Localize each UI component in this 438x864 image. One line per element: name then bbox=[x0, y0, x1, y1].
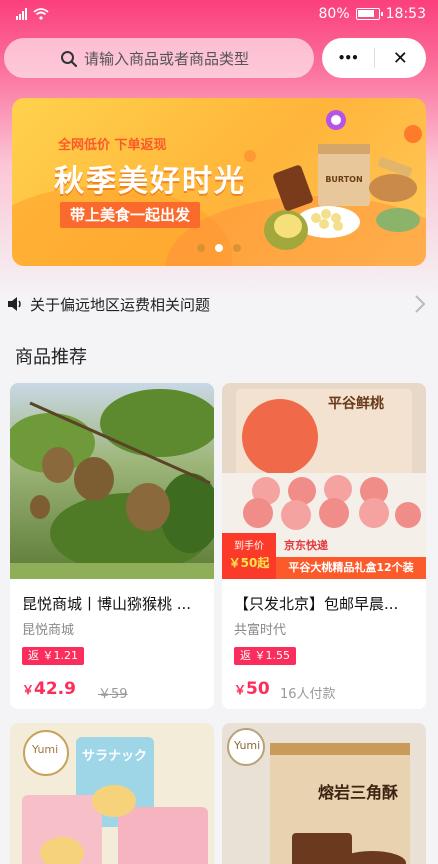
svg-text:BURTON: BURTON bbox=[325, 175, 362, 184]
pack-label: 熔岩三角酥 bbox=[318, 783, 399, 802]
product-name: 【只发北京】包邮早晨... bbox=[234, 595, 399, 613]
price-value: 42.9 bbox=[34, 679, 76, 699]
kiwi-photo bbox=[10, 389, 214, 579]
section-title: 商品推荐 bbox=[15, 347, 87, 368]
promo-price-tag: 到手价 ￥50起 bbox=[222, 533, 276, 579]
shop-name: 共富时代 bbox=[234, 623, 287, 638]
product-image: 平谷鲜桃 到手价 ￥50起 京东快递 平谷大桃精品礼盒12个装 bbox=[222, 383, 426, 579]
chevron-right-icon bbox=[415, 295, 426, 313]
search-row: 请输入商品或者商品类型 ••• ✕ bbox=[0, 38, 438, 80]
currency-symbol: ￥ bbox=[22, 683, 35, 697]
product-card[interactable]: 昆悦商城丨博山猕猴桃 ... 昆悦商城 返 ￥1.21 ￥42.9 ￥59 bbox=[10, 383, 214, 709]
courier-label: 京东快递 bbox=[284, 539, 328, 552]
carousel-dot[interactable] bbox=[197, 244, 205, 252]
carousel-dots bbox=[12, 244, 426, 252]
carousel-dot[interactable] bbox=[233, 244, 241, 252]
speaker-icon bbox=[8, 297, 21, 311]
signal-indicators bbox=[16, 8, 49, 20]
more-button[interactable]: ••• bbox=[322, 38, 374, 78]
product-card[interactable]: 平谷鲜桃 到手价 ￥50起 京东快递 平谷大桃精品礼盒12个装 【只发北京】包邮… bbox=[222, 383, 426, 709]
clock: 18:53 bbox=[385, 6, 426, 22]
product-image: Yumi 熔岩三角酥 bbox=[222, 723, 426, 864]
product-image: Yumi サラナック bbox=[10, 723, 214, 864]
pack-label: サラナック bbox=[82, 749, 148, 764]
brand-logo: Yumi bbox=[32, 743, 59, 756]
food-illustration: BURTON bbox=[244, 110, 422, 250]
brand-logo: Yumi bbox=[234, 739, 261, 752]
banner-subtitle: 带上美食一起出发 bbox=[60, 202, 201, 228]
price: ￥42.9 bbox=[22, 679, 76, 699]
notice-text: 关于偏远地区运费相关问题 bbox=[30, 296, 211, 314]
signal-icon bbox=[16, 8, 27, 20]
paid-count: 16人付款 bbox=[280, 687, 336, 702]
product-name: 昆悦商城丨博山猕猴桃 ... bbox=[22, 595, 192, 613]
product-image bbox=[10, 383, 214, 579]
battery-icon bbox=[355, 8, 383, 20]
search-icon bbox=[61, 51, 78, 68]
promo-banner[interactable]: BURTON 全网低价 下单返现 秋季美好时光 带上美食一起出发 bbox=[12, 98, 426, 266]
shop-name: 昆悦商城 bbox=[22, 623, 75, 638]
original-price: ￥59 bbox=[98, 687, 128, 702]
product-card[interactable]: Yumi 熔岩三角酥 bbox=[222, 723, 426, 864]
close-button[interactable]: ✕ bbox=[374, 38, 426, 78]
search-input[interactable]: 请输入商品或者商品类型 bbox=[4, 38, 314, 78]
banner-tag: 全网低价 下单返现 bbox=[58, 138, 167, 153]
status-bar: 80% 18:53 bbox=[0, 0, 438, 30]
image-caption: 平谷大桃精品礼盒12个装 bbox=[276, 557, 426, 579]
promo-price: ￥50起 bbox=[228, 556, 270, 570]
rebate-badge: 返 ￥1.21 bbox=[22, 647, 84, 665]
product-card[interactable]: Yumi サラナック bbox=[10, 723, 214, 864]
mini-program-capsule: ••• ✕ bbox=[322, 38, 426, 78]
box-title: 平谷鲜桃 bbox=[328, 396, 384, 412]
banner-title: 秋季美好时光 bbox=[54, 164, 246, 199]
price: ￥50 bbox=[234, 679, 270, 699]
battery-percent: 80% bbox=[318, 6, 350, 22]
promo-label: 到手价 bbox=[234, 541, 264, 552]
more-icon: ••• bbox=[337, 51, 359, 65]
currency-symbol: ￥ bbox=[234, 683, 247, 697]
price-value: 50 bbox=[246, 679, 270, 699]
notice-bar[interactable]: 关于偏远地区运费相关问题 bbox=[0, 288, 438, 320]
search-placeholder: 请输入商品或者商品类型 bbox=[84, 49, 250, 68]
rebate-badge: 返 ￥1.55 bbox=[234, 647, 296, 665]
carousel-dot-active[interactable] bbox=[215, 244, 223, 252]
close-icon: ✕ bbox=[392, 47, 408, 69]
wifi-icon bbox=[33, 8, 49, 20]
